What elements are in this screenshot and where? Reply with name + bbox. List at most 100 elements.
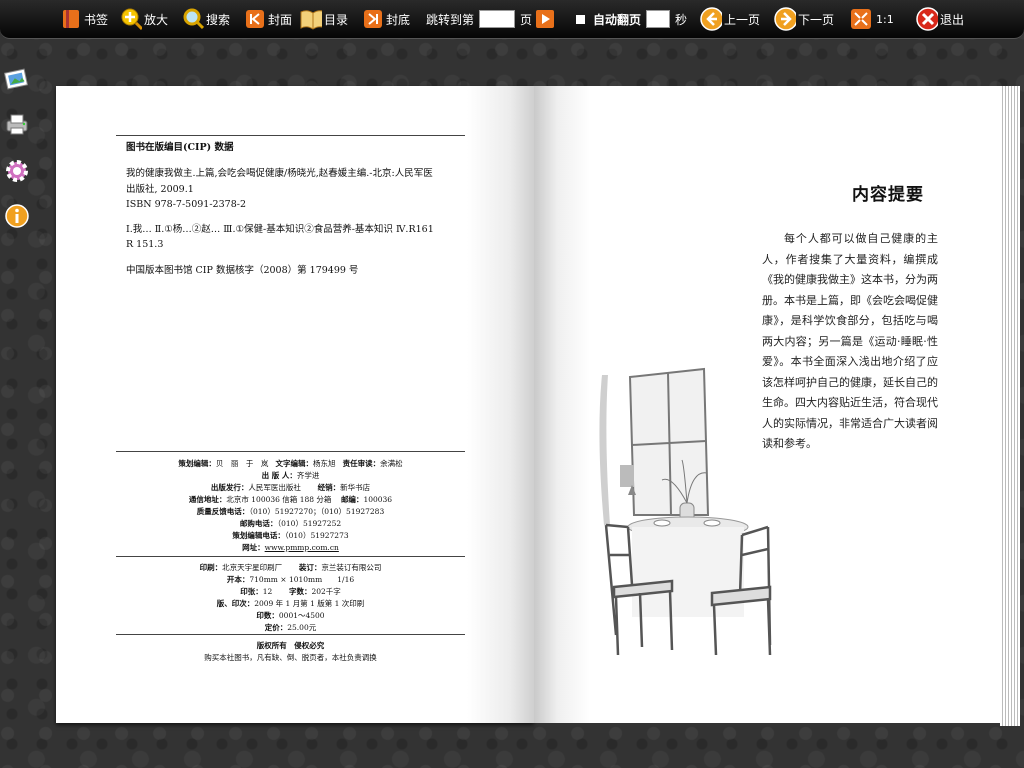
credit-label: 邮购电话： <box>239 519 278 528</box>
exit-button[interactable]: 退出 <box>916 6 964 32</box>
credit-value: 新华书店 <box>340 483 371 492</box>
credit-value: 京兰装订有限公司 <box>321 563 382 572</box>
page-stack-edge <box>1000 86 1020 726</box>
credit-value: 2009 年 1 月第 1 版第 1 次印刷 <box>254 599 365 608</box>
credit-label: 通信地址： <box>188 495 227 504</box>
zoom-button[interactable]: 放大 <box>120 6 168 32</box>
credit-label: 字数： <box>288 587 312 596</box>
table-chairs-illustration <box>599 367 772 656</box>
credit-value: （010）51927273 <box>284 531 349 540</box>
divider <box>116 634 465 635</box>
cip-line: 出版社, 2009.1 <box>126 184 194 195</box>
credit-label: 策划编辑： <box>178 459 216 468</box>
auto-flip-group: 自动翻页 秒 <box>576 6 687 32</box>
goto-unit: 页 <box>520 12 533 27</box>
cip-title: 图书在版编目(CIP) 数据 <box>126 142 234 153</box>
credit-value: 杨东旭 <box>313 459 336 468</box>
credit-value: 齐学进 <box>296 471 320 480</box>
credit-label: 印数： <box>256 611 279 620</box>
ratio-label: 1:1 <box>876 12 894 26</box>
bookmark-button[interactable]: 书签 <box>60 6 108 32</box>
info-tool[interactable] <box>2 201 32 231</box>
exit-label: 退出 <box>940 12 965 27</box>
next-page-label: 下一页 <box>798 12 835 27</box>
toc-button[interactable]: 目录 <box>300 6 348 32</box>
summary-title: 内容提要 <box>852 185 924 205</box>
divider <box>116 556 465 557</box>
prev-page-label: 上一页 <box>724 12 761 27</box>
search-icon <box>182 8 204 30</box>
credit-label: 开本： <box>226 575 250 584</box>
credit-label: 定价： <box>264 623 288 632</box>
credit-label: 质量反馈电话： <box>196 507 250 516</box>
credit-label: 印刷： <box>199 563 223 572</box>
credit-value: （010）51927270；（010）51927283 <box>249 507 385 516</box>
picture-icon <box>4 68 29 90</box>
credit-label: 网址： <box>242 543 265 552</box>
toolbar: 书签 放大 搜索 封面 目录 封底 跳转到第 页 自动翻页 秒 上一页 下一页 … <box>0 0 1024 39</box>
cover-button[interactable]: 封面 <box>244 6 292 32</box>
goto-page-input[interactable] <box>479 10 516 28</box>
auto-flip-checkbox[interactable] <box>576 14 585 24</box>
gear-icon <box>6 160 28 182</box>
bookmark-label: 书签 <box>84 12 109 27</box>
credit-value: 北京天宇星印刷厂 <box>222 563 283 572</box>
classification: R 151.3 <box>126 239 164 250</box>
cip-record: 中国版本图书馆 CIP 数据核字（2008）第 179499 号 <box>126 265 359 276</box>
credit-value: 贝 丽 于 岚 <box>215 459 269 468</box>
toc-label: 目录 <box>324 12 349 27</box>
goto-label: 跳转到第 <box>426 12 475 27</box>
credit-value: （010）51927252 <box>277 519 342 528</box>
credit-value: 人民军医出版社 <box>248 483 301 492</box>
auto-flip-label: 自动翻页 <box>593 12 642 27</box>
print-tool[interactable] <box>2 109 32 139</box>
credit-label: 装订： <box>298 563 322 572</box>
credit-value: 100036 <box>363 495 393 504</box>
credit-label: 责任审读： <box>342 459 381 468</box>
credit-label: 文字编辑： <box>275 459 314 468</box>
isbn: ISBN 978-7-5091-2378-2 <box>126 199 246 210</box>
credit-line: 定价：25.00元 <box>116 621 465 634</box>
search-label: 搜索 <box>206 12 231 27</box>
classification: Ⅰ.我… Ⅱ.①杨…②赵… Ⅲ.①保健-基本知识②食品营养-基本知识 Ⅳ.R16… <box>126 224 434 235</box>
goto-page-group: 跳转到第 页 <box>426 6 556 32</box>
back-cover-button[interactable]: 封底 <box>362 6 410 32</box>
bookmark-icon <box>60 8 82 30</box>
first-page-icon <box>244 8 266 30</box>
credit-label: 版、印次： <box>216 599 255 608</box>
open-book-icon <box>300 8 322 30</box>
credit-line: 网址：www.pmmp.com.cn <box>116 541 465 554</box>
credit-label: 邮编： <box>340 495 364 504</box>
divider <box>116 135 465 136</box>
prev-page-button[interactable]: 上一页 <box>700 6 760 32</box>
website-link[interactable]: www.pmmp.com.cn <box>265 543 339 552</box>
arrow-left-icon <box>700 7 722 31</box>
settings-tool[interactable] <box>2 156 32 186</box>
cip-line: 我的健康我做主.上篇,会吃会喝促健康/杨晓光,赵春媛主编.-北京:人民军医 <box>126 168 433 179</box>
info-icon <box>5 204 29 228</box>
divider <box>116 451 465 452</box>
credit-label: 出 版 人： <box>261 471 297 480</box>
credit-value: 202千字 <box>311 587 341 596</box>
next-page-button[interactable]: 下一页 <box>774 6 834 32</box>
cover-label: 封面 <box>268 12 293 27</box>
thumbnail-tool[interactable] <box>2 64 32 94</box>
go-button[interactable] <box>534 8 556 30</box>
credit-value: 25.00元 <box>287 623 317 632</box>
actual-size-button[interactable]: 1:1 <box>850 6 894 32</box>
back-cover-label: 封底 <box>386 12 411 27</box>
auto-flip-seconds-input[interactable] <box>646 10 671 28</box>
zoom-label: 放大 <box>144 12 169 27</box>
auto-flip-unit: 秒 <box>675 12 688 27</box>
search-button[interactable]: 搜索 <box>182 6 230 32</box>
credit-value: 余满松 <box>380 459 403 468</box>
rights-note: 购买本社图书，凡有缺、倒、脱页者，本社负责调换 <box>204 653 377 662</box>
credit-value: 12 <box>262 587 273 596</box>
play-icon <box>536 10 555 28</box>
credit-label: 策划编辑电话： <box>232 531 285 540</box>
credit-label: 印张： <box>240 587 263 596</box>
printer-icon <box>6 114 28 135</box>
credit-value: 北京市 100036 信箱 188 分箱 <box>226 495 332 504</box>
credit-label: 经销： <box>317 483 341 492</box>
last-page-icon <box>362 8 384 30</box>
